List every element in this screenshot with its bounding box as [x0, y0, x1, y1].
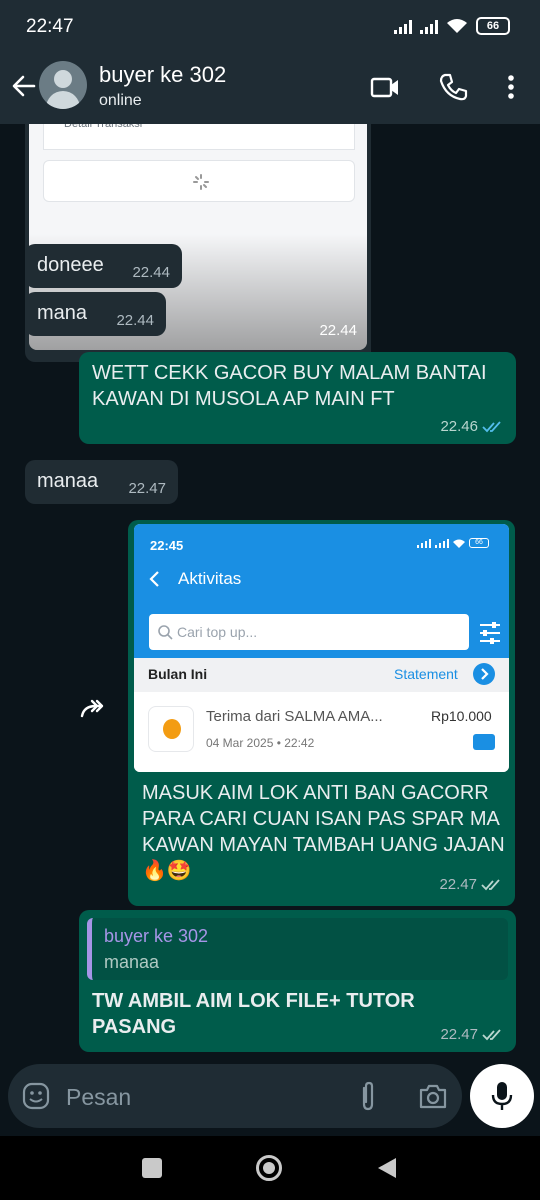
message-text: TW AMBIL AIM LOK FILE+ TUTOR PASANG [92, 990, 415, 1038]
phone-icon[interactable] [438, 72, 468, 102]
delivered-receipt-icon [482, 1028, 501, 1040]
mic-icon[interactable] [490, 1080, 514, 1112]
message-bubble-outgoing[interactable]: WETT CEKK GACOR BUY MALAM BANTAI KAWAN D… [79, 352, 516, 444]
section-label: Bulan Ini [148, 666, 208, 682]
avatar[interactable] [39, 61, 87, 109]
screenshot-status-icons: 66 [417, 538, 489, 548]
chat-header: buyer ke 302 online [0, 52, 540, 124]
screenshot-search-box: Cari top up... [149, 614, 469, 650]
delivered-receipt-icon [481, 878, 500, 890]
transfer-icon [148, 706, 194, 752]
transaction-title: Terima dari SALMA AMA... [206, 708, 383, 725]
recents-button[interactable] [142, 1158, 162, 1178]
status-icons: 66 [394, 17, 510, 35]
message-text: mana [37, 302, 88, 324]
message-text: manaa [37, 470, 99, 492]
forwarded-image-message[interactable]: 22:45 66 Aktivitas Cari top up... Bulan … [128, 520, 515, 906]
camera-icon[interactable] [418, 1082, 448, 1110]
message-time: 22.46 [440, 418, 504, 435]
wallet-badge-icon [473, 734, 495, 750]
forward-icon[interactable] [78, 698, 112, 722]
message-time: 22.44 [319, 322, 357, 339]
message-bubble-incoming[interactable]: mana 22.44 [25, 292, 166, 336]
signal-icon [420, 18, 438, 34]
message-input[interactable]: Pesan [66, 1084, 131, 1111]
section-header: Bulan Ini Statement [134, 658, 509, 692]
ticket-label: Detail Transaksi [43, 124, 355, 150]
signal-icon [417, 538, 431, 548]
contact-name[interactable]: buyer ke 302 [99, 62, 226, 88]
image-thumbnail[interactable]: 22:45 66 Aktivitas Cari top up... Bulan … [134, 524, 509, 772]
message-time: 22.47 [128, 480, 166, 497]
voice-record-button[interactable] [470, 1064, 534, 1128]
status-bar: 22:47 66 [0, 0, 540, 52]
message-text: WETT CEKK GACOR BUY MALAM BANTAI KAWAN D… [92, 362, 487, 410]
message-time: 22.47 [440, 1026, 504, 1043]
message-time: 22.44 [116, 312, 154, 329]
search-icon [158, 625, 173, 640]
emoji-icon[interactable] [22, 1082, 50, 1110]
battery-icon: 66 [469, 538, 489, 548]
read-receipt-icon [482, 420, 501, 432]
contact-status: online [99, 92, 142, 109]
quoted-text: manaa [104, 952, 160, 972]
search-placeholder: Cari top up... [177, 624, 258, 640]
video-call-icon[interactable] [370, 72, 400, 102]
message-bubble-incoming[interactable]: manaa 22.47 [25, 460, 178, 504]
battery-icon: 66 [476, 17, 510, 35]
message-composer[interactable]: Pesan [8, 1064, 462, 1128]
wifi-icon [447, 19, 467, 33]
chat-area[interactable]: Detail Transaksi 22.44 doneee 22.44 mana… [0, 124, 540, 1136]
status-time: 22:47 [26, 16, 74, 37]
image-caption: MASUK AIM LOK ANTI BAN GACORR PARA CARI … [142, 782, 505, 882]
filter-icon [480, 622, 500, 644]
signal-icon [435, 538, 449, 548]
statement-link: Statement [394, 666, 458, 682]
transaction-row: Terima dari SALMA AMA... 04 Mar 2025 • 2… [134, 692, 509, 772]
screenshot-time: 22:45 [150, 538, 184, 553]
more-vert-icon[interactable] [496, 72, 526, 102]
transaction-date: 04 Mar 2025 • 22:42 [206, 736, 315, 750]
transaction-amount: Rp10.000 [431, 708, 492, 724]
message-time: 22.44 [132, 264, 170, 281]
message-text: doneee [37, 254, 104, 276]
quoted-sender: buyer ke 302 [104, 926, 209, 946]
signal-icon [394, 18, 412, 34]
message-time: 22.47 [439, 876, 503, 893]
wifi-icon [453, 539, 465, 548]
chevron-left-icon [149, 571, 159, 587]
screenshot-title: Aktivitas [178, 569, 242, 588]
message-bubble-incoming[interactable]: doneee 22.44 [25, 244, 182, 288]
paperclip-icon[interactable] [356, 1080, 380, 1112]
arrow-left-icon[interactable] [10, 72, 38, 100]
nav-back-icon[interactable] [376, 1156, 398, 1180]
chevron-right-icon [473, 663, 495, 685]
system-nav-bar [0, 1136, 540, 1200]
message-bubble-reply[interactable]: buyer ke 302 manaa TW AMBIL AIM LOK FILE… [79, 910, 516, 1052]
home-button[interactable] [256, 1155, 282, 1181]
quoted-message[interactable]: buyer ke 302 manaa [87, 918, 508, 980]
